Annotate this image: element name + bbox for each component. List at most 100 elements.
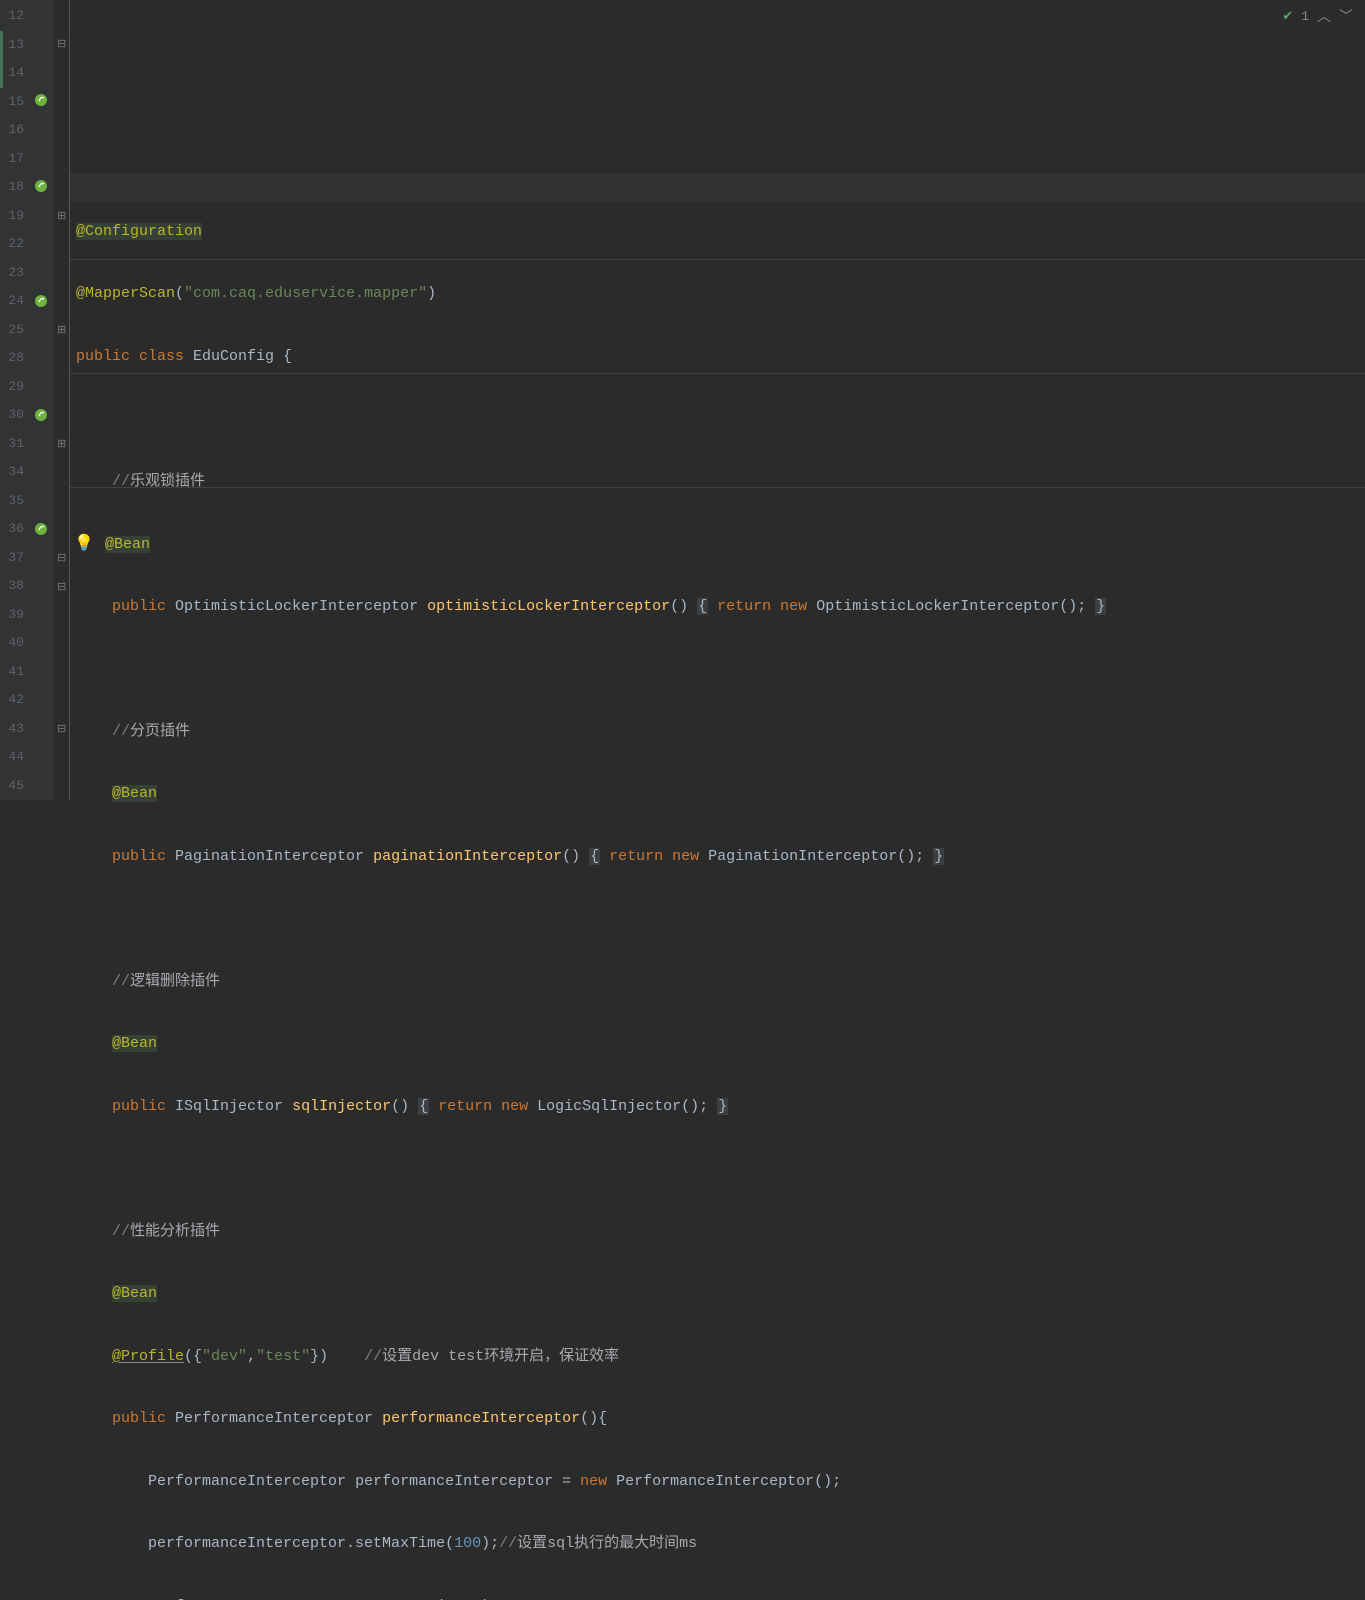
number-literal: 100 [454, 1535, 481, 1552]
code-line[interactable]: @Profile({"dev","test"}) //设置dev test环境开… [76, 1343, 1365, 1372]
method-separator [70, 373, 1365, 374]
code-line[interactable]: performanceInterceptor.setFormat(true); [76, 1593, 1365, 1600]
method-name: paginationInterceptor [373, 848, 562, 865]
line-number: 12 [0, 2, 24, 31]
fold-toggle-icon[interactable]: ⊟ [57, 31, 66, 60]
line-number-gutter: 12 13 14 15 16 17 18 19 22 23 24 25 28 2… [0, 0, 30, 800]
method-name: optimisticLockerInterceptor [427, 598, 670, 615]
line-number: 29 [0, 373, 24, 402]
line-number: 36 [0, 515, 24, 544]
line-number: 40 [0, 629, 24, 658]
code-line[interactable] [76, 405, 1365, 434]
annotation: @Bean [105, 536, 150, 553]
annotation: @Profile [112, 1348, 184, 1365]
code-line[interactable] [76, 1155, 1365, 1184]
fold-expand-icon[interactable]: ⊞ [57, 431, 66, 460]
fold-close-icon[interactable]: ⊟ [57, 716, 66, 745]
code-line[interactable]: public PerformanceInterceptor performanc… [76, 1405, 1365, 1434]
comment: // [112, 973, 130, 990]
comment: // [112, 1223, 130, 1240]
chevron-down-icon[interactable]: ﹀ [1339, 6, 1353, 26]
chevron-up-icon[interactable]: ︿ [1317, 6, 1331, 26]
code-line[interactable]: public PaginationInterceptor paginationI… [76, 843, 1365, 872]
line-number: 37 [0, 544, 24, 573]
keyword: public class [76, 348, 193, 365]
keyword: public [112, 848, 175, 865]
code-line[interactable]: PerformanceInterceptor performanceInterc… [76, 1468, 1365, 1497]
code-line[interactable] [76, 655, 1365, 684]
comment: 设置sql执行的最大时间ms [517, 1535, 697, 1552]
code-line[interactable]: public ISqlInjector sqlInjector() { retu… [76, 1093, 1365, 1122]
vcs-change-marker [0, 31, 3, 88]
code-line[interactable]: 💡 @Bean [76, 530, 1365, 559]
line-number: 35 [0, 487, 24, 516]
fold-expand-icon[interactable]: ⊞ [57, 203, 66, 232]
line-number: 16 [0, 116, 24, 145]
class-name: EduConfig [193, 348, 283, 365]
line-number: 24 [0, 287, 24, 316]
code-line[interactable]: //逻辑删除插件 [76, 968, 1365, 997]
code-content[interactable]: @Configuration @MapperScan("com.caq.edus… [70, 0, 1365, 800]
line-number: 34 [0, 458, 24, 487]
keyword: public [112, 1098, 175, 1115]
code-line[interactable]: //乐观锁插件 [76, 468, 1365, 497]
code-line[interactable]: //性能分析插件 [76, 1218, 1365, 1247]
code-line[interactable]: @Configuration [76, 218, 1365, 247]
gutter-icon-strip [30, 0, 54, 800]
line-number: 31 [0, 430, 24, 459]
code-line[interactable]: @MapperScan("com.caq.eduservice.mapper") [76, 280, 1365, 309]
code-line[interactable] [76, 905, 1365, 934]
code-line[interactable]: @Bean [76, 780, 1365, 809]
check-icon: ✔ [1282, 9, 1293, 24]
keyword: public [112, 1410, 175, 1427]
method-name: performanceInterceptor [382, 1410, 580, 1427]
line-number: 43 [0, 715, 24, 744]
lightbulb-icon[interactable]: 💡 [74, 535, 94, 553]
fold-toggle-icon[interactable]: ⊟ [57, 574, 66, 603]
line-number: 44 [0, 743, 24, 772]
line-number: 42 [0, 686, 24, 715]
spring-bean-icon[interactable] [33, 521, 49, 537]
line-number: 45 [0, 772, 24, 801]
spring-bean-icon[interactable] [33, 178, 49, 194]
fold-gutter: ⊟ ⊞ ⊞ ⊞ ⊟ ⊟ ⊟ [54, 0, 70, 800]
annotation: @MapperScan [76, 285, 175, 302]
warning-count: 1 [1301, 9, 1309, 24]
code-line[interactable]: @Bean [76, 1030, 1365, 1059]
method-separator [70, 487, 1365, 488]
code-line[interactable]: //分页插件 [76, 718, 1365, 747]
inspection-status[interactable]: ✔ 1 ︿ ﹀ [1282, 6, 1353, 26]
comment: // [112, 723, 130, 740]
comment: // [112, 473, 130, 490]
current-line-highlight [70, 173, 1365, 202]
line-number: 19 [0, 202, 24, 231]
line-number: 18 [0, 173, 24, 202]
line-number: 13 [0, 31, 24, 60]
line-number: 15 [0, 88, 24, 117]
code-line[interactable]: public class EduConfig { [76, 343, 1365, 372]
line-number: 28 [0, 344, 24, 373]
line-number: 38 [0, 572, 24, 601]
method-name: sqlInjector [292, 1098, 391, 1115]
line-number: 22 [0, 230, 24, 259]
code-line[interactable]: performanceInterceptor.setMaxTime(100);/… [76, 1530, 1365, 1559]
spring-bean-icon[interactable] [33, 407, 49, 423]
line-number: 39 [0, 601, 24, 630]
string-literal: "com.caq.eduservice.mapper" [184, 285, 427, 302]
code-line[interactable]: @Bean [76, 1280, 1365, 1309]
code-editor[interactable]: 12 13 14 15 16 17 18 19 22 23 24 25 28 2… [0, 0, 1365, 800]
comment: 设置dev test环境开启，保证效率 [382, 1348, 619, 1365]
annotation: @Bean [112, 1035, 157, 1052]
line-number: 17 [0, 145, 24, 174]
method-separator [70, 259, 1365, 260]
line-number: 25 [0, 316, 24, 345]
spring-bean-icon[interactable] [33, 92, 49, 108]
annotation: @Configuration [76, 223, 202, 240]
spring-bean-icon[interactable] [33, 293, 49, 309]
annotation: @Bean [112, 1285, 157, 1302]
line-number: 41 [0, 658, 24, 687]
code-line[interactable]: public OptimisticLockerInterceptor optim… [76, 593, 1365, 622]
line-number: 30 [0, 401, 24, 430]
fold-toggle-icon[interactable]: ⊟ [57, 545, 66, 574]
fold-expand-icon[interactable]: ⊞ [57, 317, 66, 346]
